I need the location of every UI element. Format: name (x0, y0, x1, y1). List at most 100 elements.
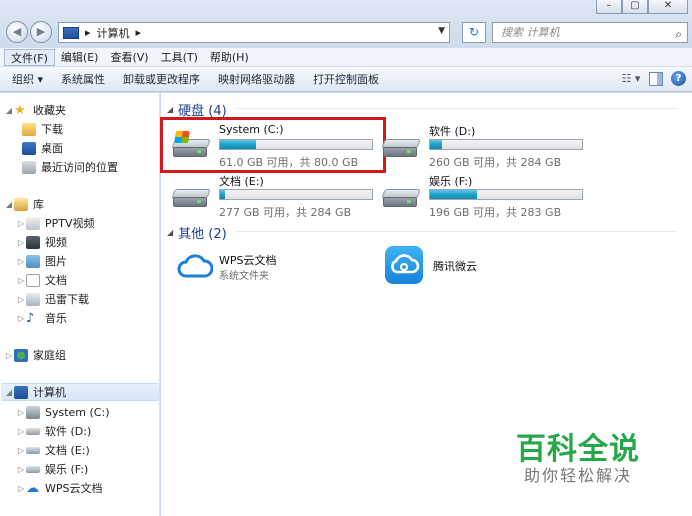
nav-lib-music[interactable]: ▷ ♪ 音乐 (16, 309, 67, 327)
menu-tools[interactable]: 工具(T) (155, 49, 204, 66)
drive-c-tile[interactable]: System (C:) 61.0 GB 可用，共 80.0 GB (160, 117, 386, 173)
collapsed-arrow-icon[interactable]: ▷ (16, 276, 26, 285)
close-button[interactable]: ✕ (648, 0, 688, 14)
documents-folder-icon (26, 273, 40, 287)
nav-lib-pptv[interactable]: ▷ PPTV视频 (16, 214, 95, 232)
expanded-arrow-icon[interactable]: ◢ (167, 228, 173, 237)
nav-library[interactable]: ◢ 库 (4, 195, 44, 213)
nav-recent[interactable]: 最近访问的位置 (22, 158, 118, 176)
refresh-button[interactable]: ↻ (462, 22, 486, 43)
nav-lib-pictures[interactable]: ▷ 图片 (16, 252, 67, 270)
music-icon: ♪ (26, 310, 35, 326)
command-bar: 组织 ▾ 系统属性 卸载或更改程序 映射网络驱动器 打开控制面板 ☷ ▾ ? (0, 67, 692, 92)
item-subtitle: 系统文件夹 (219, 271, 269, 282)
view-options-icon[interactable]: ☷ ▾ (621, 72, 641, 86)
collapsed-arrow-icon[interactable]: ▷ (16, 295, 26, 304)
address-dropdown-icon[interactable]: ▼ (438, 26, 445, 36)
nav-label: PPTV视频 (45, 217, 95, 230)
collapsed-arrow-icon[interactable]: ▷ (16, 408, 26, 417)
drive-usage-bar (429, 189, 583, 200)
nav-lib-video[interactable]: ▷ 视频 (16, 233, 67, 251)
expanded-arrow-icon[interactable]: ◢ (4, 200, 14, 209)
wps-cloud-icon (177, 254, 213, 278)
nav-label: 迅雷下载 (45, 293, 89, 306)
collapsed-arrow-icon[interactable]: ▷ (16, 238, 26, 247)
help-icon[interactable]: ? (671, 71, 686, 86)
organize-button[interactable]: 组织 ▾ (12, 71, 43, 87)
collapsed-arrow-icon[interactable]: ▷ (16, 465, 26, 474)
search-icon[interactable]: ⌕ (675, 25, 682, 44)
nav-wps-cloud[interactable]: ▷ ☁ WPS云文档 (16, 479, 103, 497)
map-network-drive-button[interactable]: 映射网络驱动器 (218, 71, 295, 87)
nav-drive-f[interactable]: ▷ 娱乐 (F:) (16, 460, 88, 478)
back-button[interactable]: ◀ (6, 21, 28, 43)
drive-name: 娱乐 (F:) (429, 175, 473, 188)
nav-downloads[interactable]: 下载 (22, 120, 63, 138)
nav-favorites[interactable]: ◢ ★ 收藏夹 (4, 101, 66, 119)
open-control-panel-button[interactable]: 打开控制面板 (313, 71, 379, 87)
wps-cloud-tile[interactable]: WPS云文档 系统文件夹 (171, 248, 371, 288)
collapsed-arrow-icon[interactable]: ▷ (16, 257, 26, 266)
watermark-subtitle: 助你轻松解决 (524, 466, 633, 485)
menu-edit[interactable]: 编辑(E) (55, 49, 105, 66)
collapsed-arrow-icon[interactable]: ▷ (4, 351, 14, 360)
recent-places-icon (22, 160, 36, 174)
computer-icon (63, 26, 79, 39)
collapsed-arrow-icon[interactable]: ▷ (16, 484, 26, 493)
collapsed-arrow-icon[interactable]: ▷ (16, 314, 26, 323)
group-divider (237, 231, 677, 232)
system-properties-button[interactable]: 系统属性 (61, 71, 105, 87)
nav-drive-c[interactable]: ▷ System (C:) (16, 403, 110, 421)
address-row: ◀ ▶ ▸ 计算机 ▸ ▼ ↻ 搜索 计算机 ⌕ (0, 18, 692, 46)
drive-free-space: 196 GB 可用，共 283 GB (429, 206, 562, 219)
search-input[interactable]: 搜索 计算机 ⌕ (492, 22, 688, 43)
desktop-icon (22, 141, 36, 155)
menu-view[interactable]: 查看(V) (104, 49, 154, 66)
nav-label: 图片 (45, 255, 67, 268)
nav-drive-d[interactable]: ▷ 软件 (D:) (16, 422, 91, 440)
forward-button[interactable]: ▶ (30, 21, 52, 43)
nav-drive-e[interactable]: ▷ 文档 (E:) (16, 441, 90, 459)
drive-icon (171, 185, 211, 209)
system-drive-icon (26, 405, 40, 419)
expanded-arrow-icon[interactable]: ◢ (4, 388, 14, 397)
nav-lib-documents[interactable]: ▷ 文档 (16, 271, 67, 289)
expanded-arrow-icon[interactable]: ◢ (167, 105, 173, 114)
downloads-folder-icon (22, 122, 36, 136)
nav-label: 计算机 (33, 386, 66, 399)
nav-label: 音乐 (45, 312, 67, 325)
nav-homegroup[interactable]: ▷ 家庭组 (4, 346, 66, 364)
crumb-separator[interactable]: ▸ (136, 26, 142, 39)
group-header-other[interactable]: ◢ 其他 (2) (167, 223, 677, 242)
highlight-box (160, 117, 386, 173)
nav-computer[interactable]: ◢ 计算机 (1, 383, 159, 401)
drive-usage-bar (429, 139, 583, 150)
collapsed-arrow-icon[interactable]: ▷ (16, 446, 26, 455)
menu-help[interactable]: 帮助(H) (204, 49, 255, 66)
tencent-weiyun-tile[interactable]: 腾讯微云 (385, 246, 585, 286)
nav-desktop[interactable]: 桌面 (22, 139, 63, 157)
nav-lib-thunder[interactable]: ▷ 迅雷下载 (16, 290, 89, 308)
menu-file[interactable]: 文件(F) (4, 48, 55, 66)
drive-d-tile[interactable]: 软件 (D:) 260 GB 可用，共 284 GB (371, 123, 585, 169)
nav-label: 下载 (41, 123, 63, 136)
maximize-button[interactable]: ▢ (622, 0, 648, 14)
nav-label: 最近访问的位置 (41, 161, 118, 174)
drive-icon (26, 427, 40, 435)
uninstall-program-button[interactable]: 卸载或更改程序 (123, 71, 200, 87)
drive-e-tile[interactable]: 文档 (E:) 277 GB 可用，共 284 GB (161, 173, 375, 219)
item-name: 腾讯微云 (433, 260, 477, 273)
expanded-arrow-icon[interactable]: ◢ (4, 106, 14, 115)
collapsed-arrow-icon[interactable]: ▷ (16, 219, 26, 228)
breadcrumb-computer[interactable]: 计算机 (97, 25, 130, 41)
drive-icon (26, 465, 40, 473)
collapsed-arrow-icon[interactable]: ▷ (16, 427, 26, 436)
drive-f-tile[interactable]: 娱乐 (F:) 196 GB 可用，共 283 GB (371, 173, 585, 219)
minimize-button[interactable]: – (596, 0, 622, 14)
address-bar[interactable]: ▸ 计算机 ▸ ▼ (58, 22, 450, 43)
nav-label: 收藏夹 (33, 104, 66, 117)
window-controls: – ▢ ✕ (596, 0, 688, 14)
nav-label: System (C:) (45, 405, 110, 419)
preview-pane-icon[interactable] (649, 71, 663, 86)
drive-icon (381, 185, 421, 209)
